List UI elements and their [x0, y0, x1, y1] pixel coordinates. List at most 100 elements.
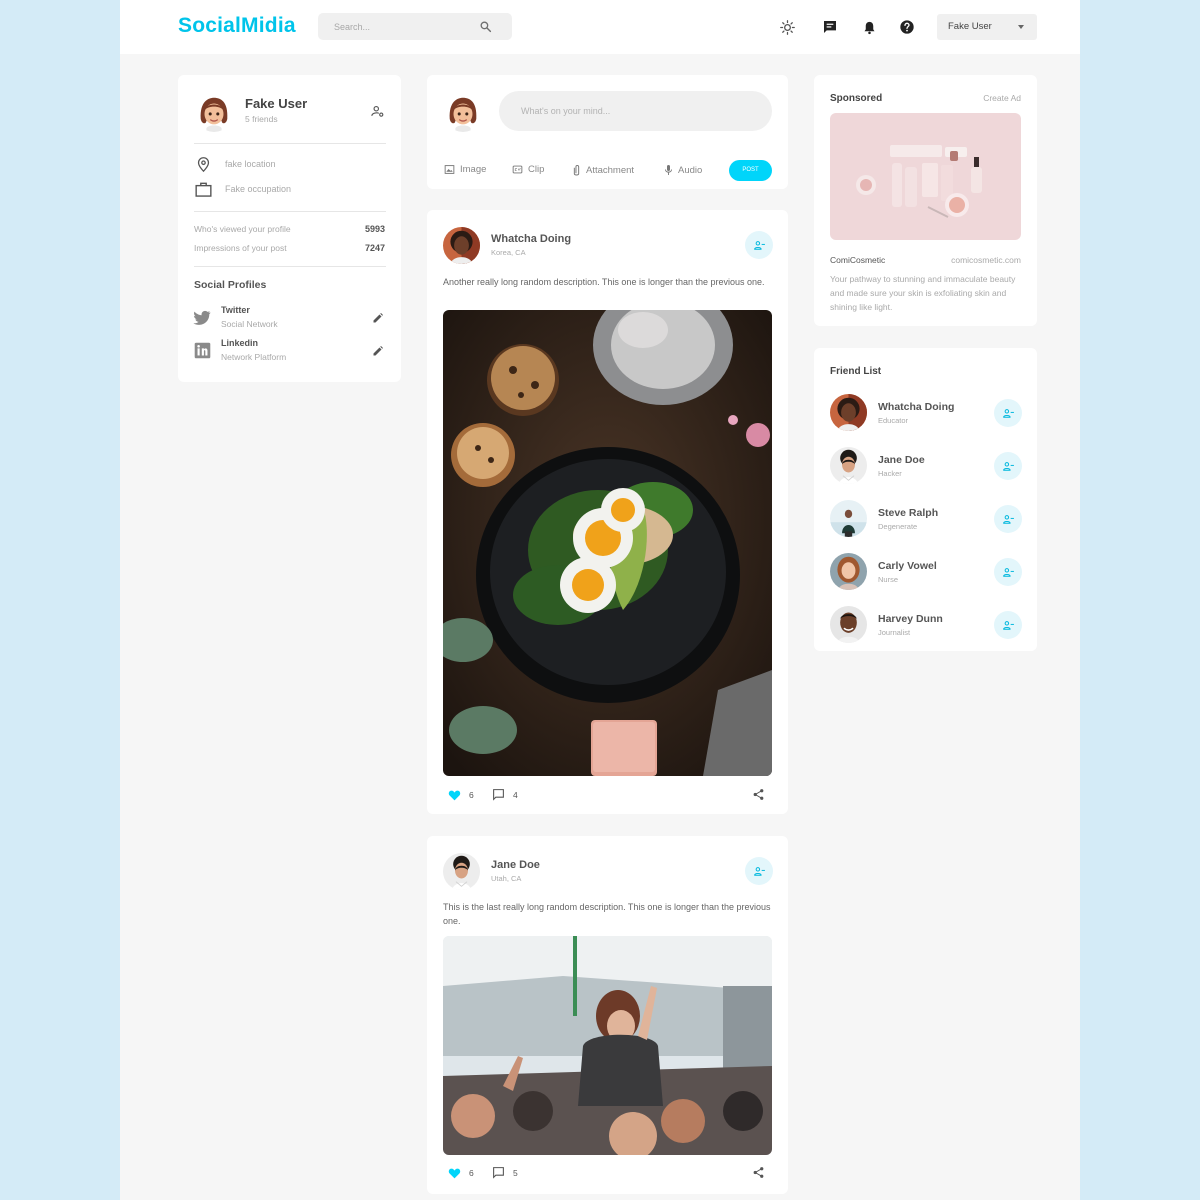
add-friend-button[interactable]	[994, 399, 1022, 427]
attachment-tool-button[interactable]: Attachment	[572, 164, 634, 177]
ad-image[interactable]	[830, 113, 1021, 240]
search-input[interactable]	[318, 13, 478, 40]
profile-friends-count: 5 friends	[245, 114, 278, 124]
profile-location: fake location	[225, 159, 276, 169]
manage-accounts-icon[interactable]	[370, 104, 385, 119]
comment-icon	[493, 789, 504, 801]
pencil-icon[interactable]	[372, 312, 384, 324]
add-friend-button[interactable]	[745, 231, 773, 259]
microphone-icon	[665, 165, 672, 175]
friend-role: Nurse	[878, 575, 899, 584]
message-icon[interactable]	[820, 17, 840, 37]
person-add-icon	[1002, 460, 1015, 473]
heart-icon	[448, 790, 461, 801]
avatar[interactable]	[195, 94, 233, 132]
user-dropdown[interactable]: Fake User	[937, 14, 1037, 40]
like-button[interactable]: 6	[448, 789, 474, 801]
sponsored-card: Sponsored Create Ad ComiCosmetic comicos…	[814, 75, 1037, 326]
sponsored-title: Sponsored	[830, 93, 883, 104]
image-icon	[444, 165, 455, 174]
add-friend-button[interactable]	[745, 857, 773, 885]
share-icon[interactable]	[752, 788, 765, 801]
post-image[interactable]	[443, 310, 772, 776]
friend-role: Hacker	[878, 469, 902, 478]
sun-icon[interactable]	[777, 17, 797, 37]
stat-value: 7247	[364, 243, 385, 253]
audio-tool-button[interactable]: Audio	[664, 164, 702, 176]
pencil-icon[interactable]	[372, 345, 384, 357]
avatar[interactable]	[830, 447, 867, 484]
post-description: This is the last really long random desc…	[443, 902, 771, 926]
post-location: Utah, CA	[491, 874, 522, 883]
divider	[194, 266, 386, 267]
ad-brand[interactable]: ComiCosmetic	[830, 255, 885, 265]
friend-role: Journalist	[878, 628, 911, 637]
post-card: Whatcha Doing Korea, CA Another really l…	[427, 210, 788, 814]
friend-name[interactable]: Jane Doe	[878, 454, 925, 466]
bell-icon[interactable]	[859, 17, 879, 37]
location-pin-icon	[197, 157, 210, 173]
stat-label: Impressions of your post	[194, 243, 287, 253]
social-name[interactable]: Linkedin	[221, 338, 258, 348]
add-friend-button[interactable]	[994, 558, 1022, 586]
gif-icon	[512, 165, 523, 174]
avatar[interactable]	[830, 606, 867, 643]
linkedin-icon	[194, 342, 211, 359]
post-button[interactable]: POST	[729, 160, 772, 181]
avatar[interactable]	[830, 394, 867, 431]
post-card: Jane Doe Utah, CA This is the last reall…	[427, 836, 788, 1194]
add-friend-button[interactable]	[994, 505, 1022, 533]
attachment-icon	[573, 165, 580, 176]
avatar[interactable]	[830, 500, 867, 537]
friend-name[interactable]: Harvey Dunn	[878, 613, 943, 625]
app-logo[interactable]: SocialMidia	[178, 14, 296, 38]
add-friend-button[interactable]	[994, 611, 1022, 639]
ad-url[interactable]: comicosmetic.com	[951, 255, 1021, 265]
create-ad-link[interactable]: Create Ad	[983, 93, 1021, 103]
profile-card: Fake User 5 friends fake location Fake o…	[178, 75, 401, 382]
social-sub: Social Network	[221, 319, 278, 329]
profile-occupation: Fake occupation	[225, 184, 292, 194]
briefcase-icon	[195, 182, 212, 197]
top-navbar: SocialMidia Search... Fake User	[120, 0, 1080, 54]
person-add-icon	[753, 239, 766, 252]
composer-input[interactable]	[499, 91, 772, 131]
chevron-down-icon	[1018, 25, 1024, 29]
friend-list-title: Friend List	[830, 366, 882, 377]
divider	[194, 211, 386, 212]
twitter-icon	[193, 310, 211, 325]
avatar[interactable]	[443, 853, 480, 890]
social-name[interactable]: Twitter	[221, 305, 250, 315]
like-button[interactable]: 6	[448, 1167, 474, 1179]
like-count: 6	[469, 790, 474, 800]
person-add-icon	[753, 865, 766, 878]
cosmetics-photo	[830, 113, 1021, 240]
add-friend-button[interactable]	[994, 452, 1022, 480]
tool-label: Image	[460, 164, 487, 175]
clip-tool-button[interactable]: Clip	[512, 164, 544, 175]
post-author-name[interactable]: Jane Doe	[491, 859, 540, 871]
concert-photo	[443, 936, 772, 1155]
app-page: SocialMidia Search... Fake User Fake Use…	[120, 0, 1080, 1200]
friend-name[interactable]: Steve Ralph	[878, 507, 938, 519]
share-icon[interactable]	[752, 1166, 765, 1179]
comment-button[interactable]: 5	[492, 1166, 518, 1179]
avatar[interactable]	[830, 553, 867, 590]
search-icon[interactable]	[479, 20, 492, 33]
post-image[interactable]	[443, 936, 772, 1155]
person-add-icon	[1002, 619, 1015, 632]
help-icon[interactable]	[897, 17, 917, 37]
tool-label: Audio	[678, 164, 703, 176]
ad-description: Your pathway to stunning and immaculate …	[830, 274, 1016, 312]
image-tool-button[interactable]: Image	[444, 164, 486, 175]
search-box	[318, 13, 512, 40]
comment-icon	[493, 1167, 504, 1179]
comment-button[interactable]: 4	[492, 788, 518, 801]
post-author-name[interactable]: Whatcha Doing	[491, 233, 571, 245]
profile-name[interactable]: Fake User	[245, 96, 307, 111]
social-profiles-title: Social Profiles	[194, 279, 267, 291]
friend-role: Degenerate	[878, 522, 918, 531]
friend-name[interactable]: Whatcha Doing	[878, 401, 954, 413]
friend-name[interactable]: Carly Vowel	[878, 560, 937, 572]
avatar[interactable]	[443, 227, 480, 264]
